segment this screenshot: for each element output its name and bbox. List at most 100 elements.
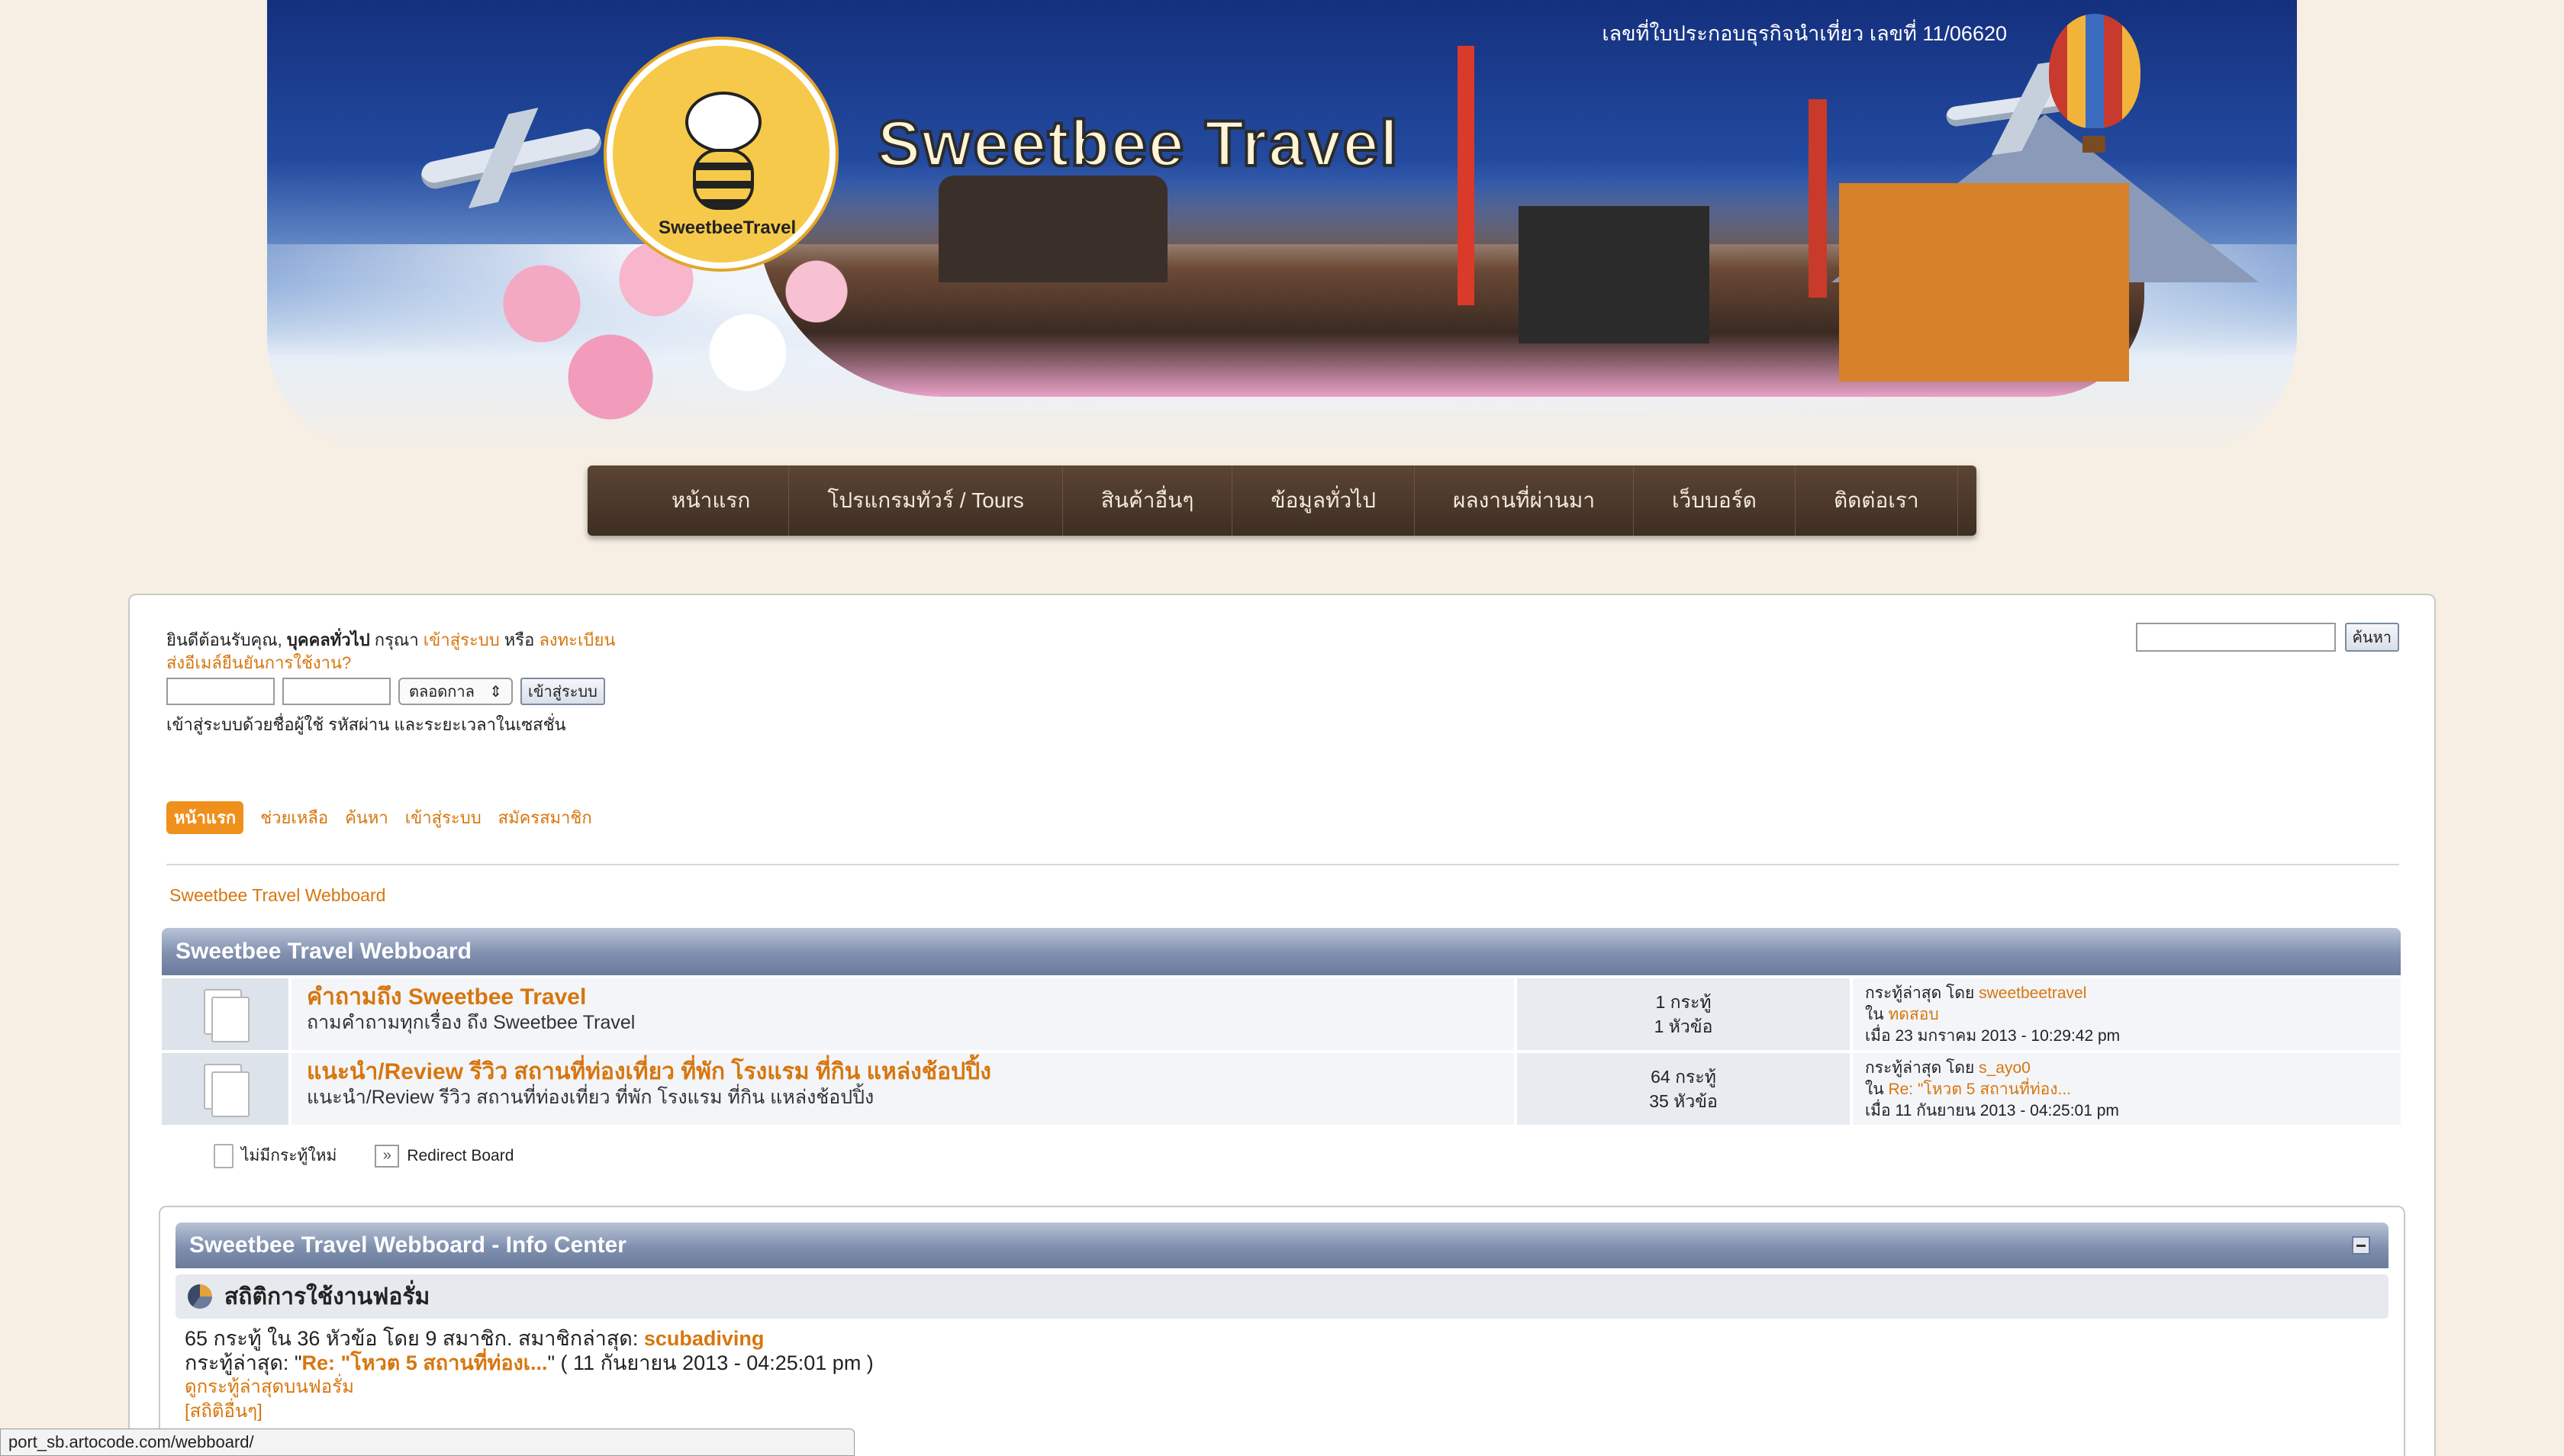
- header-banner: SweetbeeTravel Sweetbee Travel เลขที่ใบป…: [267, 0, 2297, 458]
- post-count: 64 กระทู้: [1651, 1067, 1716, 1087]
- tab-search[interactable]: ค้นหา: [345, 804, 388, 831]
- board-last-post: กระทู้ล่าสุด โดย s_ayo0 ใน Re: "โหวต 5 ส…: [1853, 1053, 2401, 1125]
- redirect-icon: »: [375, 1144, 400, 1168]
- divider: [166, 864, 2399, 865]
- board-stats: 64 กระทู้ 35 หัวข้อ: [1517, 1053, 1853, 1125]
- legend-no-new: ไม่มีกระทู้ใหม่: [214, 1143, 337, 1168]
- forum-stats-header: สถิติการใช้งานฟอรั่ม: [176, 1274, 2388, 1319]
- board-last-post: กระทู้ล่าสุด โดย sweetbeetravel ใน ทดสอบ…: [1853, 978, 2401, 1050]
- tab-login[interactable]: เข้าสู่ระบบ: [405, 804, 482, 831]
- please-label: กรุณา: [369, 630, 424, 649]
- username-input[interactable]: [166, 678, 275, 705]
- login-link[interactable]: เข้าสู่ระบบ: [424, 630, 500, 649]
- more-stats-link[interactable]: [สถิติอื่นๆ]: [185, 1400, 874, 1424]
- logo[interactable]: SweetbeeTravel: [607, 40, 836, 269]
- search-input[interactable]: [2135, 623, 2336, 652]
- last-topic-link[interactable]: ทดสอบ: [1888, 1006, 1938, 1023]
- latest-post-label: กระทู้ล่าสุด: ": [185, 1351, 302, 1374]
- quick-login-form: ตลอดกาล ⇕ เข้าสู่ระบบ: [166, 678, 605, 705]
- category-header[interactable]: Sweetbee Travel Webboard: [162, 928, 2401, 975]
- last-topic-link[interactable]: Re: "โหวต 5 สถานที่ท่อง...: [1888, 1081, 2071, 1098]
- bee-head-icon: [685, 92, 762, 153]
- tokyo-tower-image: [1809, 99, 1827, 298]
- browser-status-bar: port_sb.artocode.com/webboard/: [0, 1429, 855, 1456]
- search-form: ค้นหา: [2135, 623, 2399, 652]
- gate-tower-image: [1839, 183, 2129, 382]
- legend-redirect-label: Redirect Board: [407, 1146, 514, 1164]
- nav-item-tours[interactable]: โปรแกรมทัวร์ / Tours: [789, 465, 1063, 536]
- no-new-posts-icon: [204, 989, 250, 1042]
- in-label: ใน: [1865, 1006, 1889, 1023]
- collapse-icon[interactable]: [2352, 1236, 2370, 1255]
- nav-item-products[interactable]: สินค้าอื่นๆ: [1063, 465, 1233, 536]
- board-info: แนะนำ/Review รีวิว สถานที่ท่องเที่ยว ที่…: [292, 1053, 1517, 1125]
- chevron-updown-icon: ⇕: [489, 683, 502, 701]
- license-number: เลขที่ใบประกอบธุรกิจนำเที่ยว เลขที่ 11/0…: [1602, 22, 2007, 45]
- forum-stats-title: สถิติการใช้งานฟอรั่ม: [224, 1284, 430, 1309]
- nav-item-home[interactable]: หน้าแรก: [633, 465, 790, 536]
- forum-panel: ยินดีต้อนรับคุณ, บุคคลทั่วไป กรุณา เข้าส…: [128, 594, 2436, 1456]
- legend-redirect: » Redirect Board: [375, 1144, 514, 1168]
- palace-image: [939, 176, 1168, 282]
- stats-summary: 65 กระทู้ ใน 36 หัวข้อ โดย 9 สมาชิก. สมา…: [185, 1327, 644, 1350]
- board-description: แนะนำ/Review รีวิว สถานที่ท่องเที่ยว ที่…: [307, 1087, 875, 1108]
- info-center: Sweetbee Travel Webboard - Info Center ส…: [159, 1206, 2405, 1456]
- board-stats: 1 กระทู้ 1 หัวข้อ: [1517, 978, 1853, 1050]
- recent-posts-link[interactable]: ดูกระทู้ล่าสุดบนฟอรั่ม: [185, 1375, 874, 1400]
- board-row: แนะนำ/Review รีวิว สถานที่ท่องเที่ยว ที่…: [162, 1053, 2401, 1125]
- logo-text: SweetbeeTravel: [659, 217, 797, 238]
- tab-register[interactable]: สมัครสมาชิก: [498, 804, 592, 831]
- last-post-user-link[interactable]: sweetbeetravel: [1979, 984, 2086, 1002]
- latest-post-date: " ( 11 กันยายน 2013 - 04:25:01 pm ): [547, 1351, 874, 1374]
- castle-image: [1519, 206, 1709, 343]
- nav-item-info[interactable]: ข้อมูลทั่วไป: [1232, 465, 1416, 536]
- board-row: คำถามถึง Sweetbee Travel ถามคำถามทุกเรื่…: [162, 978, 2401, 1050]
- nav-item-webboard[interactable]: เว็บบอร์ด: [1634, 465, 1796, 536]
- login-button[interactable]: เข้าสู่ระบบ: [520, 678, 605, 705]
- welcome-message: ยินดีต้อนรับคุณ, บุคคลทั่วไป กรุณา เข้าส…: [166, 629, 615, 675]
- in-label: ใน: [1865, 1081, 1889, 1098]
- main-nav: หน้าแรก โปรแกรมทัวร์ / Tours สินค้าอื่นๆ…: [588, 465, 1976, 536]
- breadcrumb[interactable]: Sweetbee Travel Webboard: [169, 885, 385, 906]
- last-post-date: เมื่อ 23 มกราคม 2013 - 10:29:42 pm: [1865, 1027, 2121, 1045]
- nav-item-contact[interactable]: ติดต่อเรา: [1796, 465, 1958, 536]
- forum-stats-body: 65 กระทู้ ใน 36 หัวข้อ โดย 9 สมาชิก. สมา…: [185, 1326, 874, 1424]
- last-post-user-link[interactable]: s_ayo0: [1979, 1059, 2031, 1077]
- nav-item-portfolio[interactable]: ผลงานที่ผ่านมา: [1415, 465, 1635, 536]
- brand-title: Sweetbee Travel: [876, 106, 1400, 181]
- last-post-label: กระทู้ล่าสุด โดย: [1865, 984, 1979, 1002]
- no-new-posts-icon: [214, 1143, 234, 1168]
- board-title-link[interactable]: คำถามถึง Sweetbee Travel: [307, 984, 1499, 1010]
- board-status-cell: [162, 978, 292, 1050]
- password-input[interactable]: [282, 678, 391, 705]
- post-count: 1 กระทู้: [1655, 992, 1712, 1012]
- guest-label: บุคคลทั่วไป: [286, 630, 370, 649]
- tab-help[interactable]: ช่วยเหลือ: [260, 804, 328, 831]
- resend-activation-link[interactable]: ส่งอีเมล์ยืนยันการใช้งาน?: [166, 652, 615, 675]
- login-hint: เข้าสู่ระบบด้วยชื่อผู้ใช้ รหัสผ่าน และระ…: [166, 715, 566, 734]
- pie-chart-icon: [188, 1284, 212, 1309]
- board-title-link[interactable]: แนะนำ/Review รีวิว สถานที่ท่องเที่ยว ที่…: [307, 1059, 1499, 1085]
- last-post-label: กระทู้ล่าสุด โดย: [1865, 1059, 1979, 1077]
- session-duration-select[interactable]: ตลอดกาล ⇕: [398, 678, 513, 705]
- board-info: คำถามถึง Sweetbee Travel ถามคำถามทุกเรื่…: [292, 978, 1517, 1050]
- last-post-date: เมื่อ 11 กันยายน 2013 - 04:25:01 pm: [1865, 1102, 2119, 1119]
- latest-member-link[interactable]: scubadiving: [644, 1327, 765, 1350]
- topic-count: 35 หัวข้อ: [1649, 1091, 1718, 1111]
- board-status-cell: [162, 1053, 292, 1125]
- no-new-posts-icon: [204, 1064, 250, 1117]
- or-label: หรือ: [499, 630, 540, 649]
- tab-home[interactable]: หน้าแรก: [166, 801, 244, 834]
- hot-air-balloon-icon: [2049, 14, 2140, 153]
- forum-menu: หน้าแรก ช่วยเหลือ ค้นหา เข้าสู่ระบบ สมัค…: [166, 801, 592, 834]
- register-link[interactable]: ลงทะเบียน: [539, 630, 615, 649]
- search-button[interactable]: ค้นหา: [2344, 623, 2399, 652]
- board-legend: ไม่มีกระทู้ใหม่ » Redirect Board: [214, 1143, 514, 1168]
- airplane-icon: [418, 126, 604, 192]
- tower-image: [1458, 46, 1474, 305]
- session-duration-value: ตลอดกาล: [409, 684, 475, 701]
- board-description: ถามคำถามทุกเรื่อง ถึง Sweetbee Travel: [307, 1012, 636, 1033]
- topic-count: 1 หัวข้อ: [1654, 1016, 1713, 1036]
- latest-post-link[interactable]: Re: "โหวต 5 สถานที่ท่องเ...: [301, 1351, 547, 1374]
- legend-no-new-label: ไม่มีกระทู้ใหม่: [241, 1147, 337, 1164]
